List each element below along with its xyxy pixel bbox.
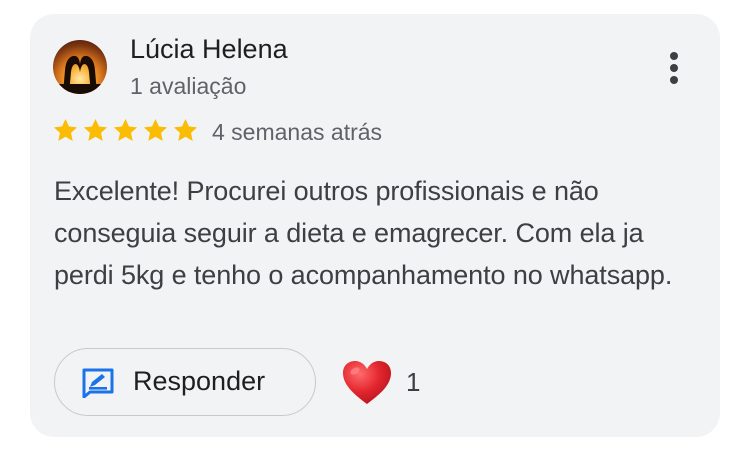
star-icon	[53, 119, 78, 141]
author-name[interactable]: Lúcia Helena	[130, 34, 288, 65]
more-options-icon[interactable]	[660, 46, 688, 90]
heart-icon[interactable]	[342, 360, 392, 406]
review-card: Lúcia Helena 1 avaliação 4 semanas atrás…	[30, 14, 720, 437]
author-review-count: 1 avaliação	[130, 73, 247, 99]
star-icon	[83, 119, 108, 141]
reply-icon	[82, 368, 114, 398]
reaction-count: 1	[406, 367, 421, 397]
star-icon	[143, 119, 168, 141]
star-icon	[113, 119, 138, 141]
star-icon	[173, 119, 198, 141]
star-rating	[52, 117, 199, 147]
reply-button[interactable]: Responder	[54, 348, 316, 416]
avatar[interactable]	[53, 40, 107, 94]
review-text: Excelente! Procurei outros profissionais…	[54, 176, 673, 290]
reply-button-label: Responder	[133, 366, 266, 396]
review-date: 4 semanas atrás	[212, 119, 383, 145]
